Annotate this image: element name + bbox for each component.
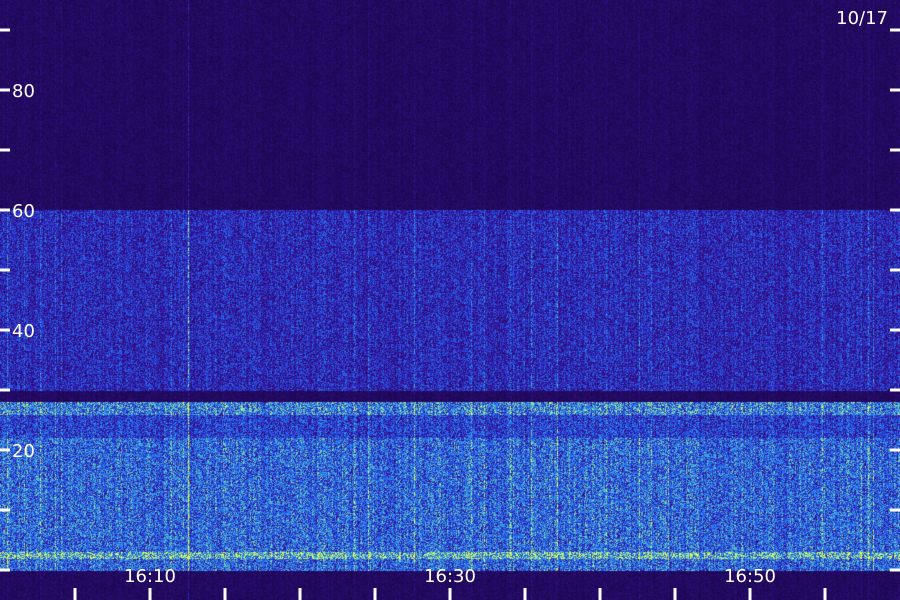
x-tick-label: 16:30 [424,566,476,587]
heatmap-layer [0,0,900,600]
y-tick-label: 40 [12,321,35,342]
spectrogram-chart: 20406080100 16:1016:3016:50 10/17 [0,0,900,600]
heatmap-image [0,0,900,600]
y-tick-label: 80 [12,81,35,102]
x-tick-label: 16:10 [124,566,176,587]
date-label: 10/17 [836,8,888,29]
x-tick-label: 16:50 [724,566,776,587]
y-tick-label: 20 [12,441,35,462]
y-tick-label: 60 [12,201,35,222]
